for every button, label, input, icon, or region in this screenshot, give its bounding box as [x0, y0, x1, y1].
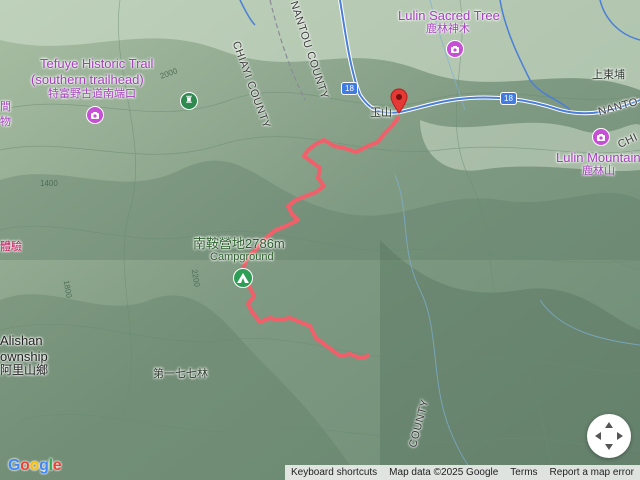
camp-label-en[interactable]: Campground: [210, 251, 274, 264]
poi-label-tefuye-zh[interactable]: 特富野古道南端口: [48, 88, 136, 101]
road-shield-18: 18: [341, 82, 358, 95]
contour-label: 1800: [61, 279, 74, 299]
map-view[interactable]: 18 18 CHIAYI COUNTY NANTOU COUNTY NANTO …: [0, 0, 640, 480]
place-label-lin: 第一七七林: [153, 368, 208, 380]
place-label-shangdongpu: 上東埔: [592, 69, 625, 81]
camera-icon[interactable]: [86, 106, 104, 124]
compass-button[interactable]: [587, 414, 631, 458]
location-pin-icon[interactable]: [390, 88, 408, 114]
google-logo: Google: [8, 457, 62, 474]
poi-label-lulin-mountain[interactable]: Lulin Mountain: [556, 151, 640, 165]
poi-label-tefuye-sub[interactable]: (southern trailhead): [31, 73, 144, 87]
attribution-bar: Keyboard shortcuts Map data ©2025 Google…: [285, 465, 640, 480]
terms-link[interactable]: Terms: [504, 467, 543, 478]
camera-icon[interactable]: [446, 40, 464, 58]
poi-label-lulin-mountain-zh[interactable]: 鹿林山: [582, 165, 615, 178]
poi-label-tefuye[interactable]: Tefuye Historic Trail: [40, 57, 153, 71]
place-label-alishan: Alishan: [0, 333, 43, 348]
compass-icon: [595, 422, 623, 450]
map-data-attribution: Map data ©2025 Google: [389, 467, 499, 478]
park-icon[interactable]: ♜: [180, 92, 198, 110]
camera-icon[interactable]: [592, 128, 610, 146]
poi-label-lulin-tree[interactable]: Lulin Sacred Tree: [398, 9, 500, 23]
place-label-alishan-zh: 阿里山鄉: [0, 363, 49, 377]
left-edge-label: 體驗: [0, 241, 22, 253]
tent-icon[interactable]: [233, 268, 253, 288]
contour-label: 2200: [189, 268, 202, 288]
poi-label-lulin-tree-zh[interactable]: 鹿林神木: [426, 23, 470, 36]
left-edge-label: 間: [0, 101, 11, 113]
left-edge-label: 物: [0, 116, 11, 128]
report-error-link[interactable]: Report a map error: [544, 467, 640, 478]
place-label-alishan-sub: ownship: [0, 349, 48, 364]
contour-label: 1400: [40, 179, 58, 188]
place-label-yushan: 玉山: [370, 107, 392, 119]
road-shield-18: 18: [500, 92, 517, 105]
keyboard-shortcuts-link[interactable]: Keyboard shortcuts: [285, 467, 383, 478]
camp-label[interactable]: 南鞍營地2786m: [193, 237, 285, 251]
